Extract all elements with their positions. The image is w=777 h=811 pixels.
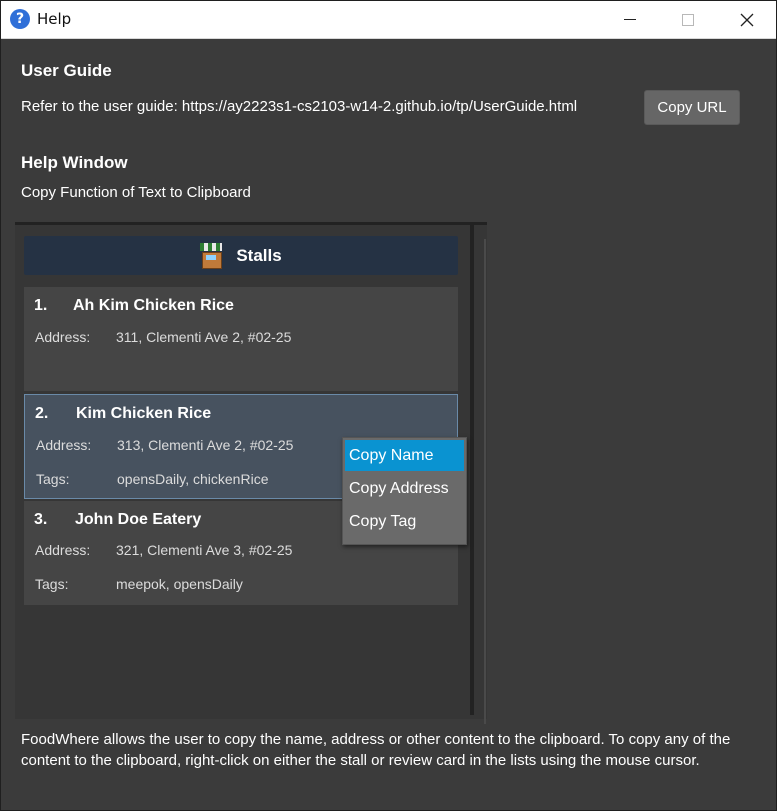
- stall-card[interactable]: 1. Ah Kim Chicken Rice Address: 311, Cle…: [24, 287, 458, 391]
- menu-item-copy-tag[interactable]: Copy Tag: [345, 506, 464, 537]
- card-tags: meepok, opensDaily: [116, 576, 243, 592]
- context-menu: Copy Name Copy Address Copy Tag: [342, 437, 467, 545]
- window-title: Help: [37, 10, 72, 28]
- card-tags-label: Tags:: [36, 471, 70, 487]
- card-tags-label: Tags:: [35, 576, 69, 592]
- user-guide-heading: User Guide: [21, 61, 112, 80]
- stalls-title: Stalls: [236, 245, 282, 265]
- stalls-header: Stalls: [24, 236, 458, 275]
- card-address-label: Address:: [35, 329, 91, 345]
- help-icon: ?: [10, 9, 30, 29]
- card-tags: opensDaily, chickenRice: [117, 471, 269, 487]
- maximize-button[interactable]: [659, 1, 717, 38]
- minimize-button[interactable]: [601, 1, 659, 38]
- card-name: Ah Kim Chicken Rice: [73, 297, 234, 314]
- scrollbar[interactable]: [484, 239, 486, 724]
- menu-item-copy-name[interactable]: Copy Name: [345, 440, 464, 471]
- minimize-icon: [624, 19, 636, 20]
- close-button[interactable]: [718, 1, 776, 38]
- card-address: 311, Clementi Ave 2, #02-25: [116, 329, 292, 345]
- copy-url-button[interactable]: Copy URL: [644, 90, 740, 125]
- card-address-label: Address:: [36, 437, 92, 453]
- card-address: 321, Clementi Ave 3, #02-25: [116, 542, 293, 558]
- maximize-icon: [682, 13, 694, 26]
- title-bar[interactable]: ? Help: [1, 1, 776, 39]
- card-index: 2.: [35, 405, 49, 422]
- menu-item-copy-address[interactable]: Copy Address: [345, 473, 464, 504]
- user-guide-url-text: Refer to the user guide: https://ay2223s…: [21, 98, 578, 115]
- help-window: ? Help User Guide Refer to the user guid…: [0, 0, 777, 811]
- help-window-subtitle: Copy Function of Text to Clipboard: [21, 184, 251, 201]
- card-address-label: Address:: [35, 542, 91, 558]
- stall-icon: [200, 242, 223, 269]
- card-index: 3.: [34, 511, 48, 528]
- help-window-heading: Help Window: [21, 153, 128, 172]
- card-name: John Doe Eatery: [75, 511, 202, 528]
- card-address: 313, Clementi Ave 2, #02-25: [117, 437, 294, 453]
- card-name: Kim Chicken Rice: [76, 405, 212, 422]
- help-content: User Guide Refer to the user guide: http…: [1, 39, 776, 810]
- card-index: 1.: [34, 297, 48, 314]
- footer-description: FoodWhere allows the user to copy the na…: [21, 731, 731, 769]
- pane-divider[interactable]: [470, 225, 474, 715]
- close-icon: [740, 13, 754, 26]
